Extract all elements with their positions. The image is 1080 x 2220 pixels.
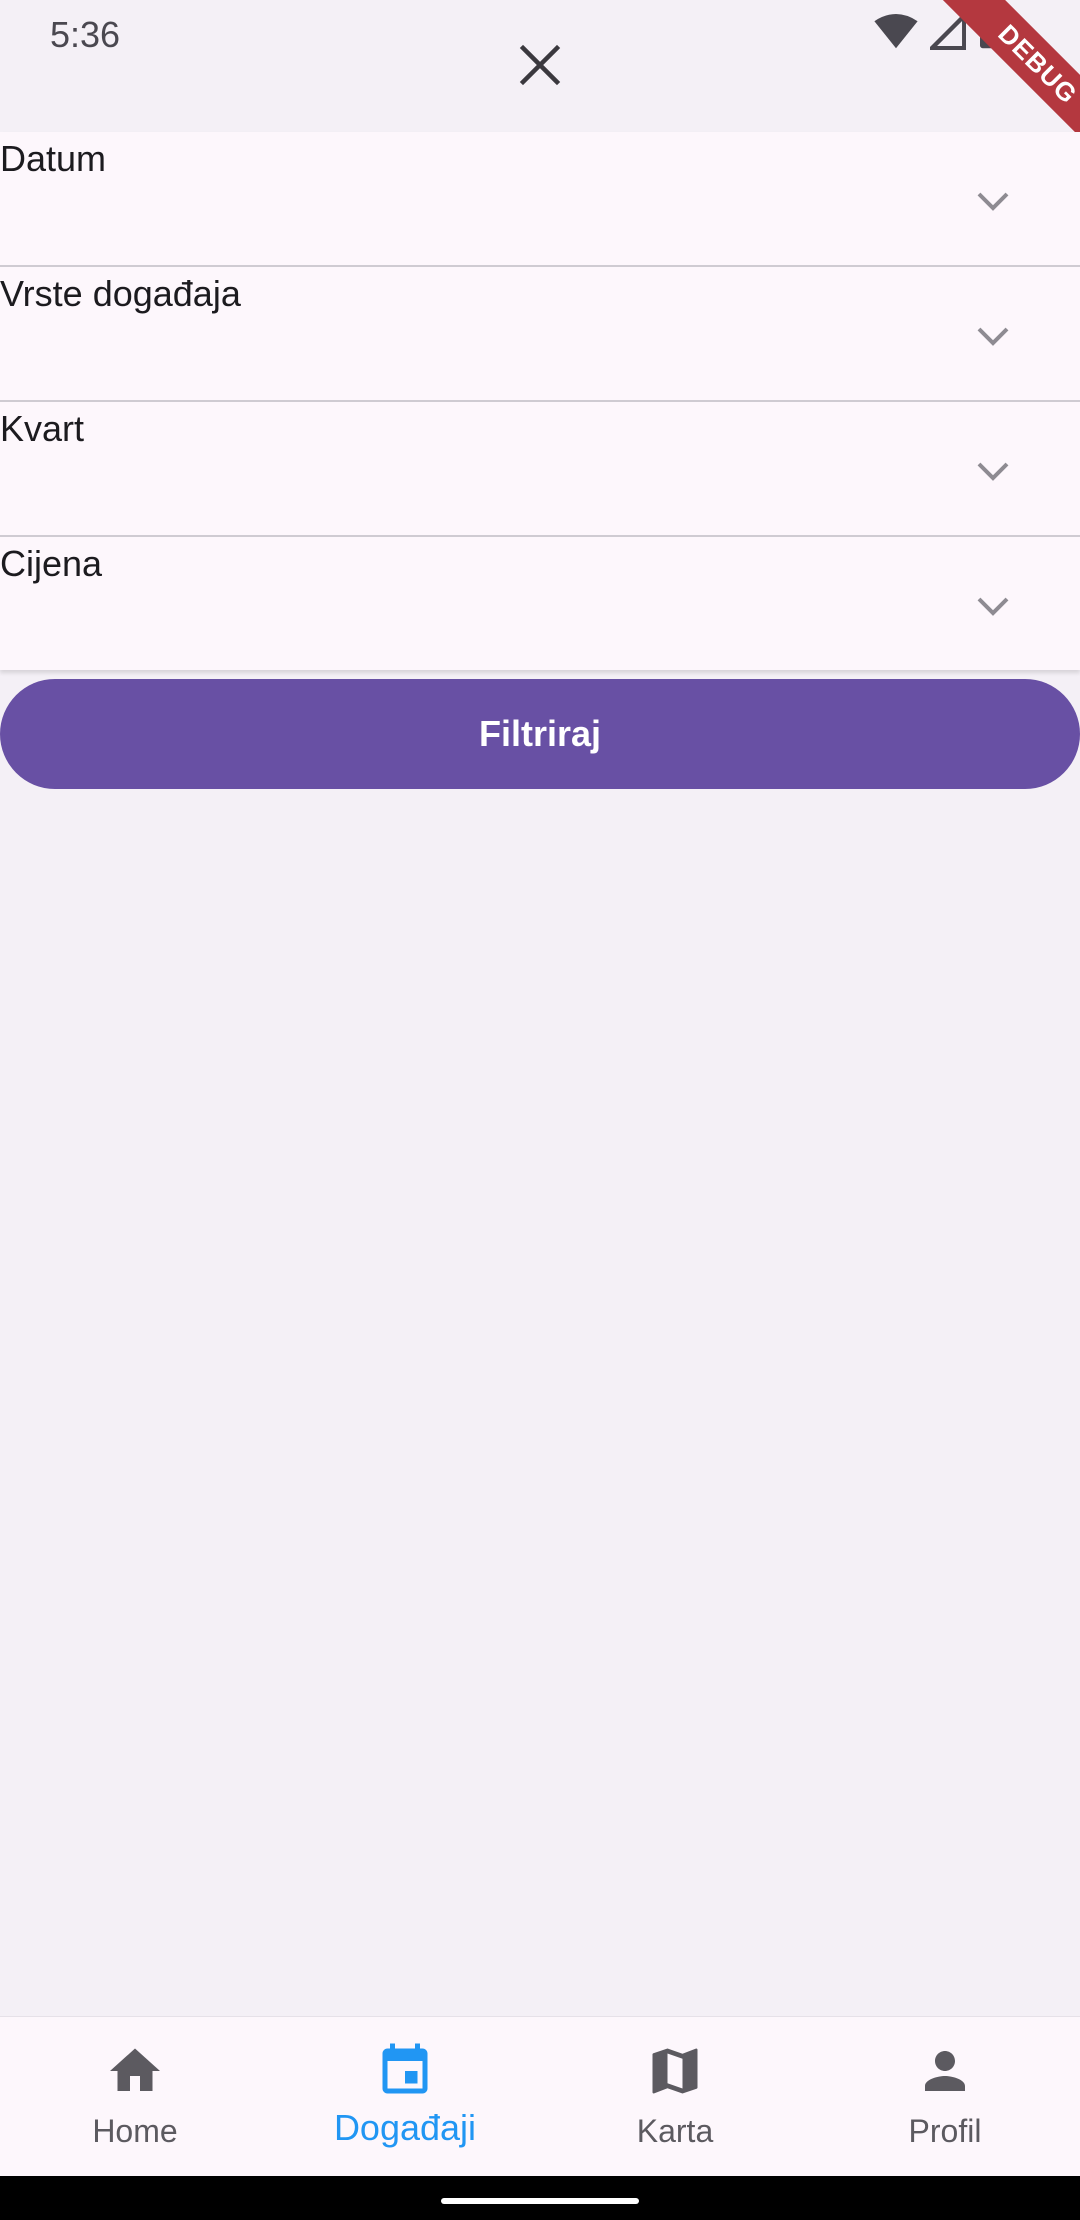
filter-label: Cijena xyxy=(0,543,103,584)
bottom-nav: Home Događaji Karta Profil xyxy=(0,2016,1080,2177)
status-time: 5:36 xyxy=(50,14,121,55)
nav-item-home[interactable]: Home xyxy=(0,2017,270,2177)
person-icon xyxy=(925,2051,965,2091)
nav-label: Home xyxy=(92,2113,178,2149)
filter-label: Datum xyxy=(0,138,107,179)
status-icons xyxy=(874,14,1000,50)
chevron-down-icon xyxy=(977,597,1009,616)
filter-kvart-dropdown[interactable]: Kvart xyxy=(0,402,1080,537)
nav-item-dogadaji[interactable]: Događaji xyxy=(270,2017,540,2177)
filter-button[interactable]: Filtriraj xyxy=(0,679,1080,789)
map-icon xyxy=(652,2048,698,2094)
filter-datum-dropdown[interactable]: Datum xyxy=(0,132,1080,267)
chevron-down-icon xyxy=(977,192,1009,211)
filter-cijena-dropdown[interactable]: Cijena xyxy=(0,537,1080,670)
chevron-down-icon xyxy=(977,327,1009,346)
nav-item-profil[interactable]: Profil xyxy=(810,2017,1080,2177)
close-icon xyxy=(519,44,561,86)
home-icon xyxy=(110,2048,160,2091)
signal-icon xyxy=(930,14,966,50)
battery-icon xyxy=(980,14,998,49)
close-button[interactable] xyxy=(515,40,565,90)
home-indicator[interactable] xyxy=(441,2198,639,2204)
nav-label: Događaji xyxy=(333,2107,477,2148)
system-navigation-bar xyxy=(0,2176,1080,2220)
filter-label: Kvart xyxy=(0,408,85,449)
filter-vrste-dropdown[interactable]: Vrste događaja xyxy=(0,267,1080,402)
chevron-down-icon xyxy=(977,462,1009,481)
calendar-icon xyxy=(382,2043,428,2094)
nav-item-karta[interactable]: Karta xyxy=(540,2017,810,2177)
filter-label: Vrste događaja xyxy=(0,273,241,314)
nav-label: Profil xyxy=(908,2113,982,2149)
nav-label: Karta xyxy=(636,2113,714,2149)
wifi-icon xyxy=(874,14,918,49)
filter-panel: Datum Vrste događaja Kvart Cijena xyxy=(0,132,1080,670)
